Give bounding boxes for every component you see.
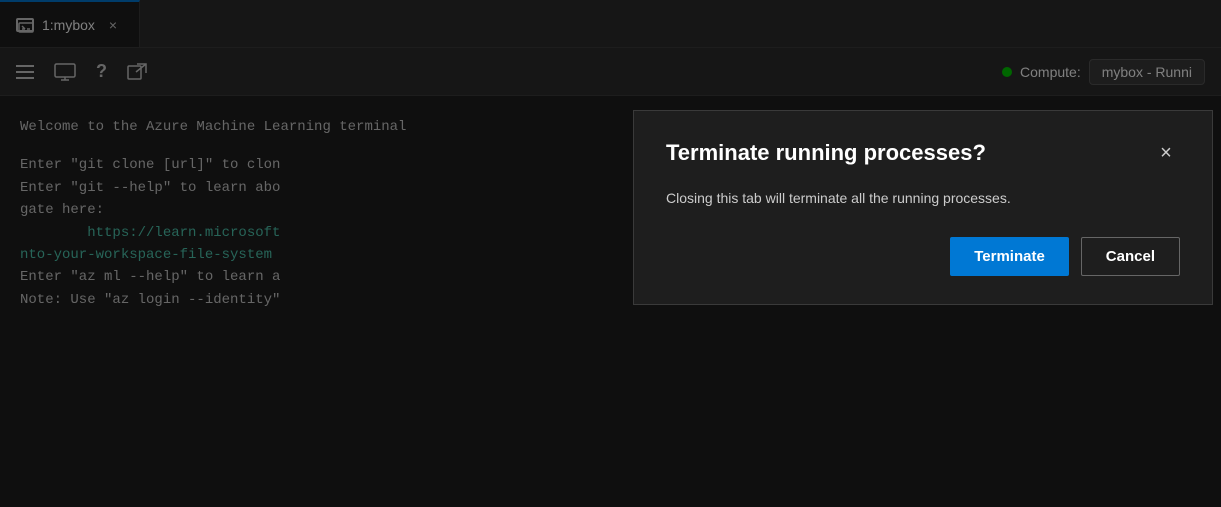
modal-title: Terminate running processes? [666, 139, 986, 168]
modal-body-text: Closing this tab will terminate all the … [666, 188, 1180, 209]
modal-header: Terminate running processes? × [666, 139, 1180, 168]
modal-overlay: Terminate running processes? × Closing t… [0, 0, 1221, 507]
modal-close-button[interactable]: × [1152, 139, 1180, 167]
terminate-dialog: Terminate running processes? × Closing t… [633, 110, 1213, 305]
terminate-button[interactable]: Terminate [950, 237, 1069, 276]
modal-actions: Terminate Cancel [666, 237, 1180, 276]
cancel-button[interactable]: Cancel [1081, 237, 1180, 276]
